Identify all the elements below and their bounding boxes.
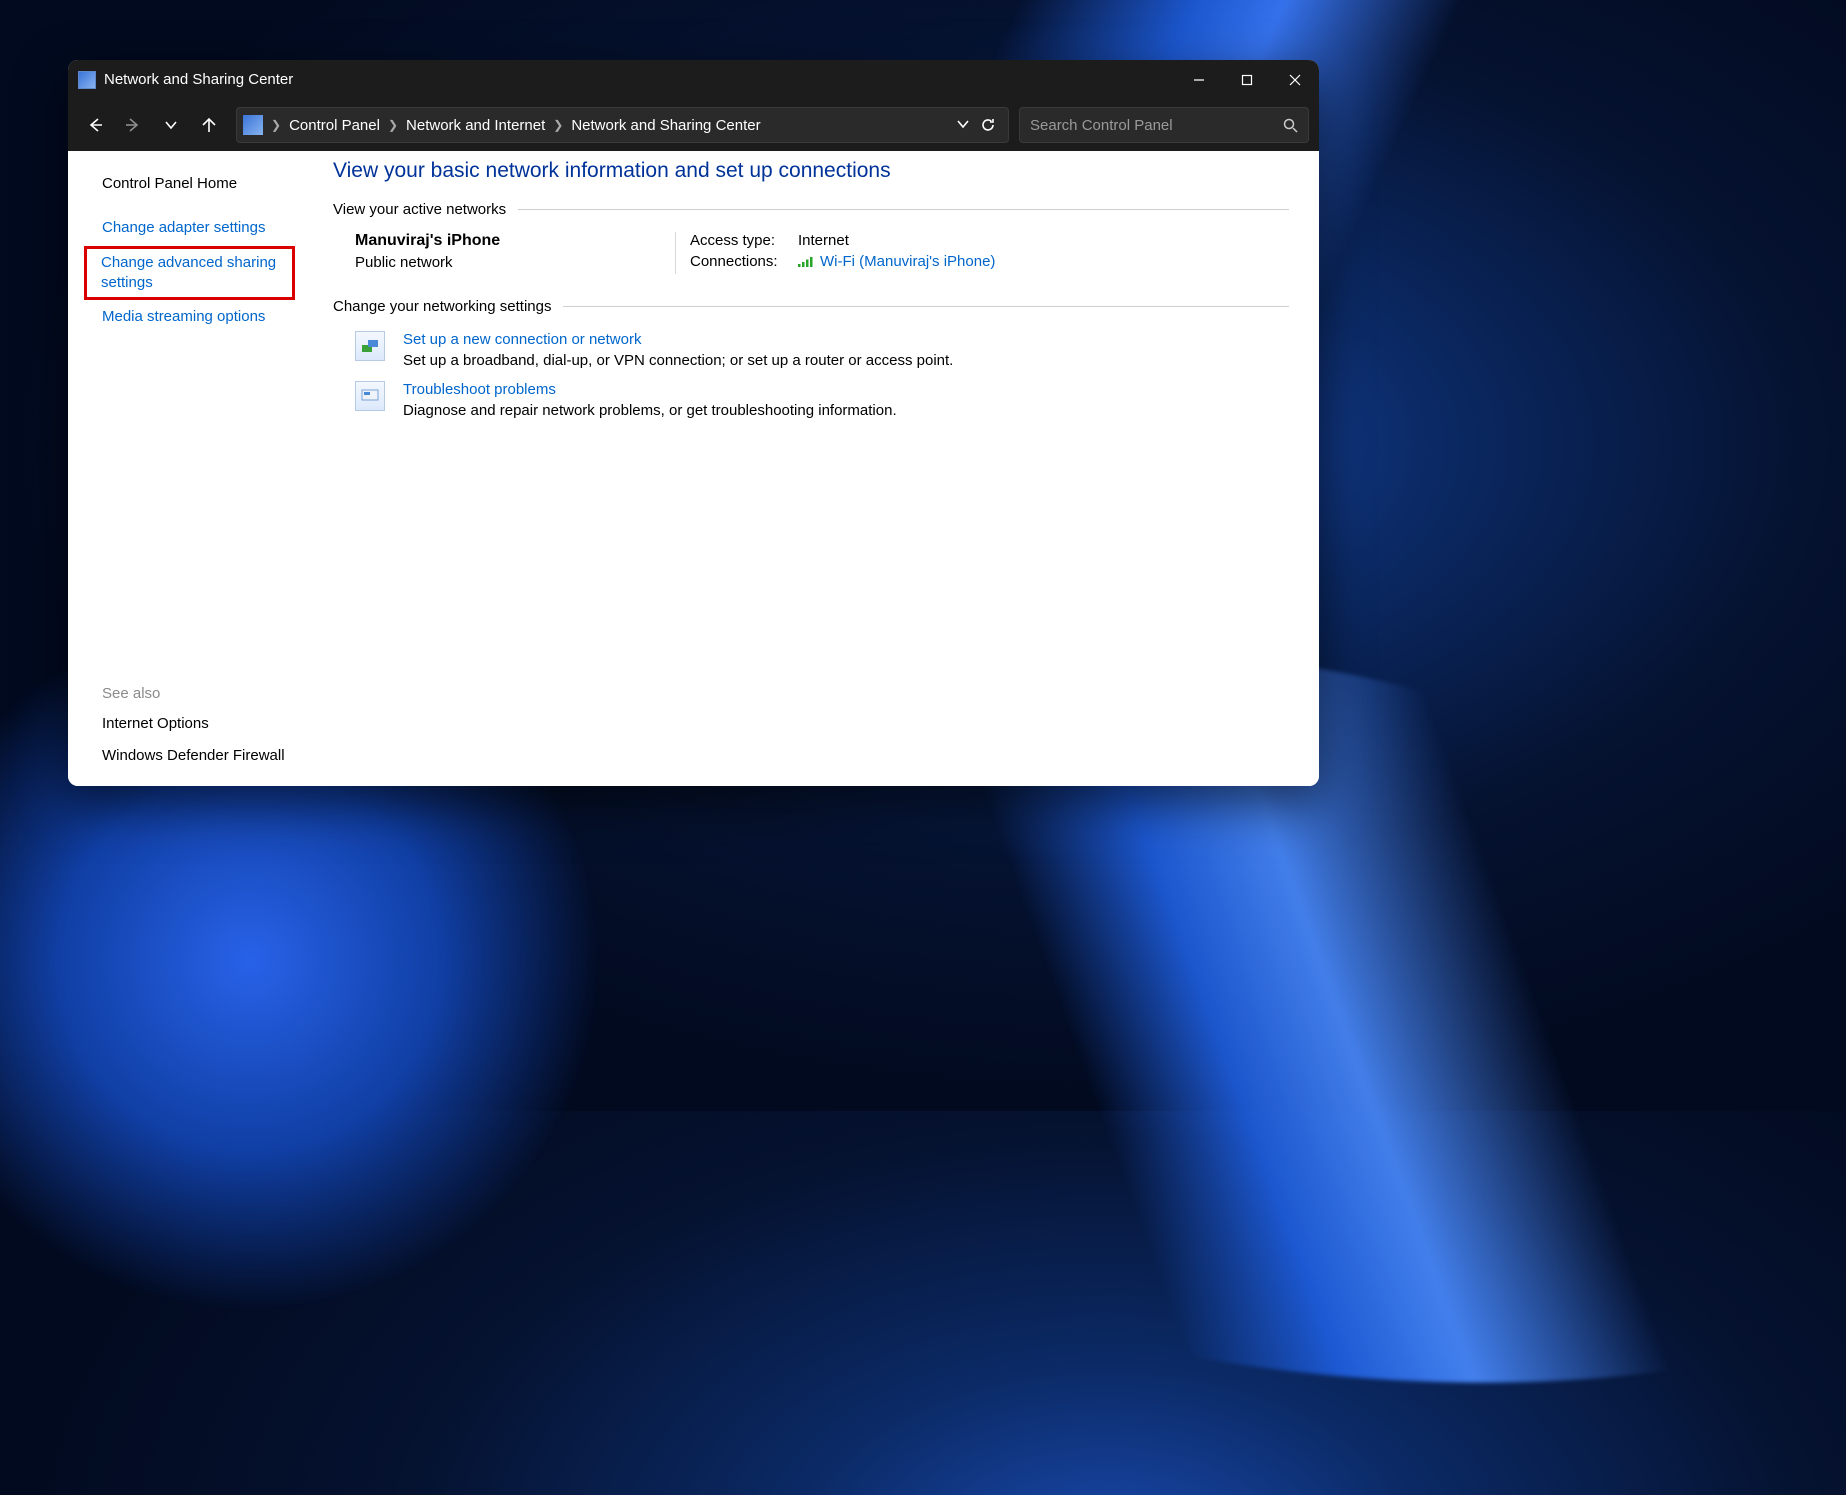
- troubleshoot-link[interactable]: Troubleshoot problems: [403, 381, 897, 398]
- search-placeholder: Search Control Panel: [1030, 117, 1173, 134]
- chevron-down-icon: [164, 118, 178, 132]
- setup-connection-icon: [355, 331, 385, 361]
- refresh-icon[interactable]: [980, 117, 996, 133]
- control-panel-home-link[interactable]: Control Panel Home: [68, 169, 303, 199]
- arrow-left-icon: [86, 116, 104, 134]
- window-title: Network and Sharing Center: [104, 71, 293, 88]
- app-icon: [78, 71, 96, 89]
- address-bar[interactable]: ❯ Control Panel ❯ Network and Internet ❯…: [236, 107, 1009, 143]
- active-networks-heading: View your active networks: [333, 201, 1289, 218]
- chevron-right-icon: ❯: [386, 118, 400, 132]
- navbar: ❯ Control Panel ❯ Network and Internet ❯…: [68, 99, 1319, 151]
- search-input[interactable]: Search Control Panel: [1019, 107, 1309, 143]
- firewall-link[interactable]: Windows Defender Firewall: [68, 740, 303, 772]
- page-title: View your basic network information and …: [333, 159, 1289, 183]
- search-icon: [1283, 118, 1298, 133]
- maximize-icon: [1241, 74, 1253, 86]
- setup-connection-desc: Set up a broadband, dial-up, or VPN conn…: [403, 352, 953, 369]
- troubleshoot-item: Troubleshoot problems Diagnose and repai…: [333, 375, 1289, 425]
- see-also-heading: See also: [68, 679, 303, 708]
- breadcrumb-control-panel[interactable]: Control Panel: [283, 117, 386, 134]
- control-panel-icon: [243, 115, 263, 135]
- network-name: Manuviraj's iPhone: [355, 232, 675, 250]
- chevron-down-icon[interactable]: [956, 117, 970, 131]
- access-type-value: Internet: [798, 232, 849, 249]
- change-adapter-link[interactable]: Change adapter settings: [68, 213, 303, 243]
- connections-label: Connections:: [690, 253, 798, 270]
- breadcrumb-network-sharing[interactable]: Network and Sharing Center: [565, 117, 766, 134]
- chevron-right-icon: ❯: [269, 118, 283, 132]
- arrow-right-icon: [124, 116, 142, 134]
- wifi-signal-icon: [798, 256, 814, 268]
- forward-button[interactable]: [116, 108, 150, 142]
- maximize-button[interactable]: [1223, 60, 1271, 99]
- arrow-up-icon: [200, 116, 218, 134]
- access-type-label: Access type:: [690, 232, 798, 249]
- see-also-section: See also Internet Options Windows Defend…: [68, 679, 303, 773]
- back-button[interactable]: [78, 108, 112, 142]
- setup-connection-item: Set up a new connection or network Set u…: [333, 325, 1289, 375]
- breadcrumb-network-internet[interactable]: Network and Internet: [400, 117, 551, 134]
- networking-settings-heading: Change your networking settings: [333, 298, 1289, 315]
- minimize-icon: [1193, 74, 1205, 86]
- sidebar: Control Panel Home Change adapter settin…: [68, 151, 303, 786]
- main-panel: View your basic network information and …: [303, 151, 1319, 786]
- internet-options-link[interactable]: Internet Options: [68, 708, 303, 740]
- window-frame: Network and Sharing Center ❯ Control P: [68, 60, 1319, 786]
- close-icon: [1289, 74, 1301, 86]
- up-button[interactable]: [192, 108, 226, 142]
- change-advanced-sharing-link[interactable]: Change advanced sharing settings: [84, 246, 295, 301]
- content-area: Control Panel Home Change adapter settin…: [68, 151, 1319, 786]
- connection-link[interactable]: Wi-Fi (Manuviraj's iPhone): [798, 253, 995, 270]
- network-type: Public network: [355, 254, 675, 271]
- setup-connection-link[interactable]: Set up a new connection or network: [403, 331, 953, 348]
- troubleshoot-icon: [355, 381, 385, 411]
- minimize-button[interactable]: [1175, 60, 1223, 99]
- titlebar[interactable]: Network and Sharing Center: [68, 60, 1319, 99]
- chevron-right-icon: ❯: [551, 118, 565, 132]
- active-network-row: Manuviraj's iPhone Public network Access…: [333, 228, 1289, 292]
- media-streaming-link[interactable]: Media streaming options: [68, 302, 303, 332]
- close-button[interactable]: [1271, 60, 1319, 99]
- troubleshoot-desc: Diagnose and repair network problems, or…: [403, 402, 897, 419]
- recent-dropdown-button[interactable]: [154, 108, 188, 142]
